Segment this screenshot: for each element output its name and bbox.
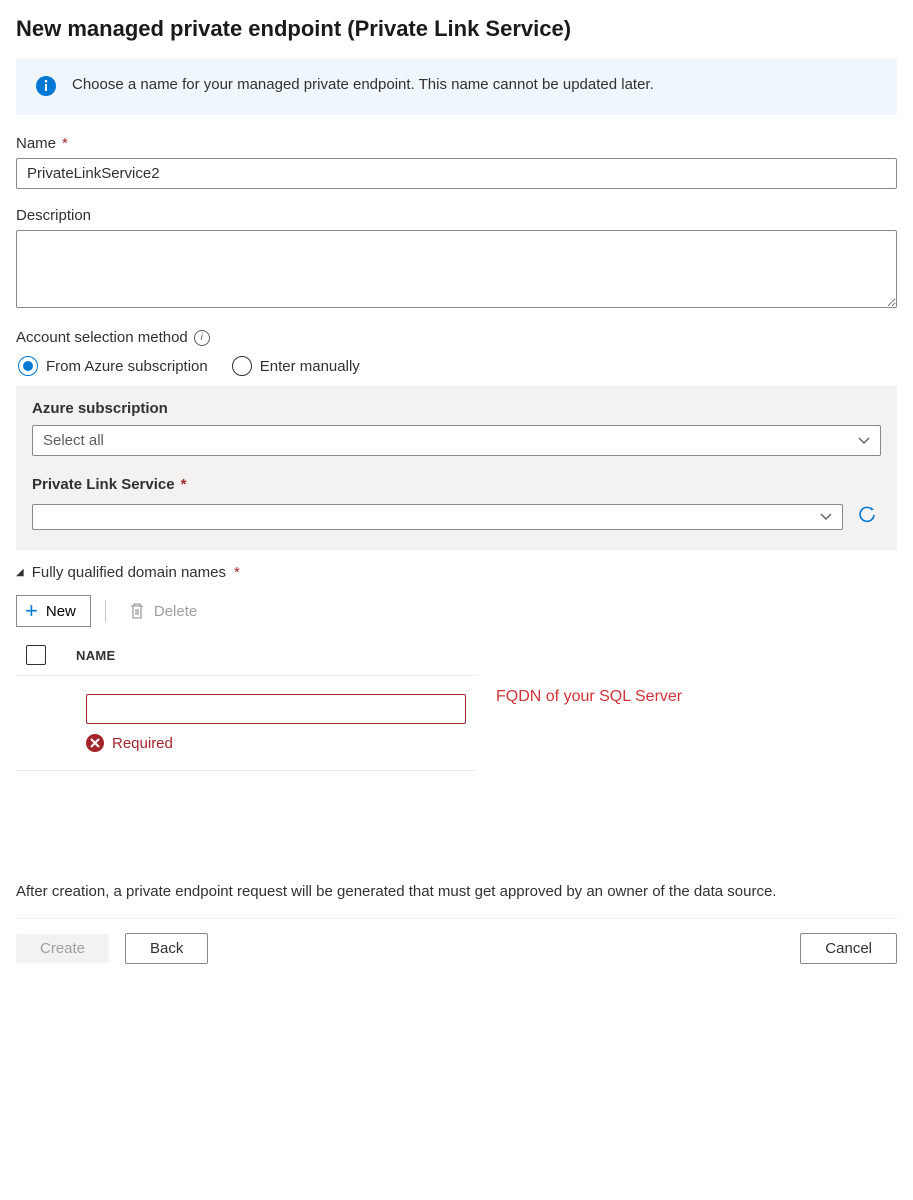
fqdn-table-header: NAME [16,641,476,676]
azure-subscription-label: Azure subscription [32,400,881,417]
required-star: * [62,135,68,152]
toolbar-divider [105,600,106,622]
required-star: * [234,564,240,581]
footer-note: After creation, a private endpoint reque… [16,881,897,904]
info-circle-icon[interactable]: i [194,330,210,346]
description-label: Description [16,207,897,224]
radio-label: From Azure subscription [46,358,208,375]
footer-actions: Create Back Cancel [16,918,897,964]
name-input[interactable] [16,158,897,189]
plus-icon: + [25,600,38,622]
refresh-button[interactable] [853,501,881,532]
expand-triangle-icon: ◢ [16,567,24,578]
error-icon [86,734,104,752]
fqdn-annotation: FQDN of your SQL Server [496,688,682,706]
private-link-service-dropdown[interactable] [32,504,843,530]
info-banner: Choose a name for your managed private e… [16,58,897,115]
info-message: Choose a name for your managed private e… [72,74,654,97]
radio-enter-manually[interactable]: Enter manually [232,356,360,376]
trash-icon [128,602,146,620]
new-button[interactable]: + New [16,595,91,627]
account-method-label: Account selection method i [16,329,897,346]
error-text: Required [112,735,173,752]
chevron-down-icon [820,511,832,523]
page-title: New managed private endpoint (Private Li… [16,16,897,42]
back-button[interactable]: Back [125,933,208,964]
create-button: Create [16,934,109,963]
column-name: NAME [76,648,115,663]
fqdn-input[interactable] [86,694,466,724]
radio-label: Enter manually [260,358,360,375]
delete-button: Delete [120,598,205,624]
azure-subscription-dropdown[interactable]: Select all [32,425,881,456]
select-all-checkbox[interactable] [26,645,46,665]
fqdn-section-header[interactable]: ◢ Fully qualified domain names * [16,564,897,581]
private-link-service-label: Private Link Service* [32,476,881,493]
name-label: Name* [16,135,897,152]
required-star: * [181,476,187,493]
radio-from-azure-subscription[interactable]: From Azure subscription [18,356,208,376]
table-row: Required FQDN of your SQL Server [16,676,476,771]
chevron-down-icon [858,435,870,447]
description-input[interactable] [16,230,897,308]
refresh-icon [857,505,877,525]
cancel-button[interactable]: Cancel [800,933,897,964]
subscription-panel: Azure subscription Select all Private Li… [16,386,897,550]
info-icon [36,76,56,99]
